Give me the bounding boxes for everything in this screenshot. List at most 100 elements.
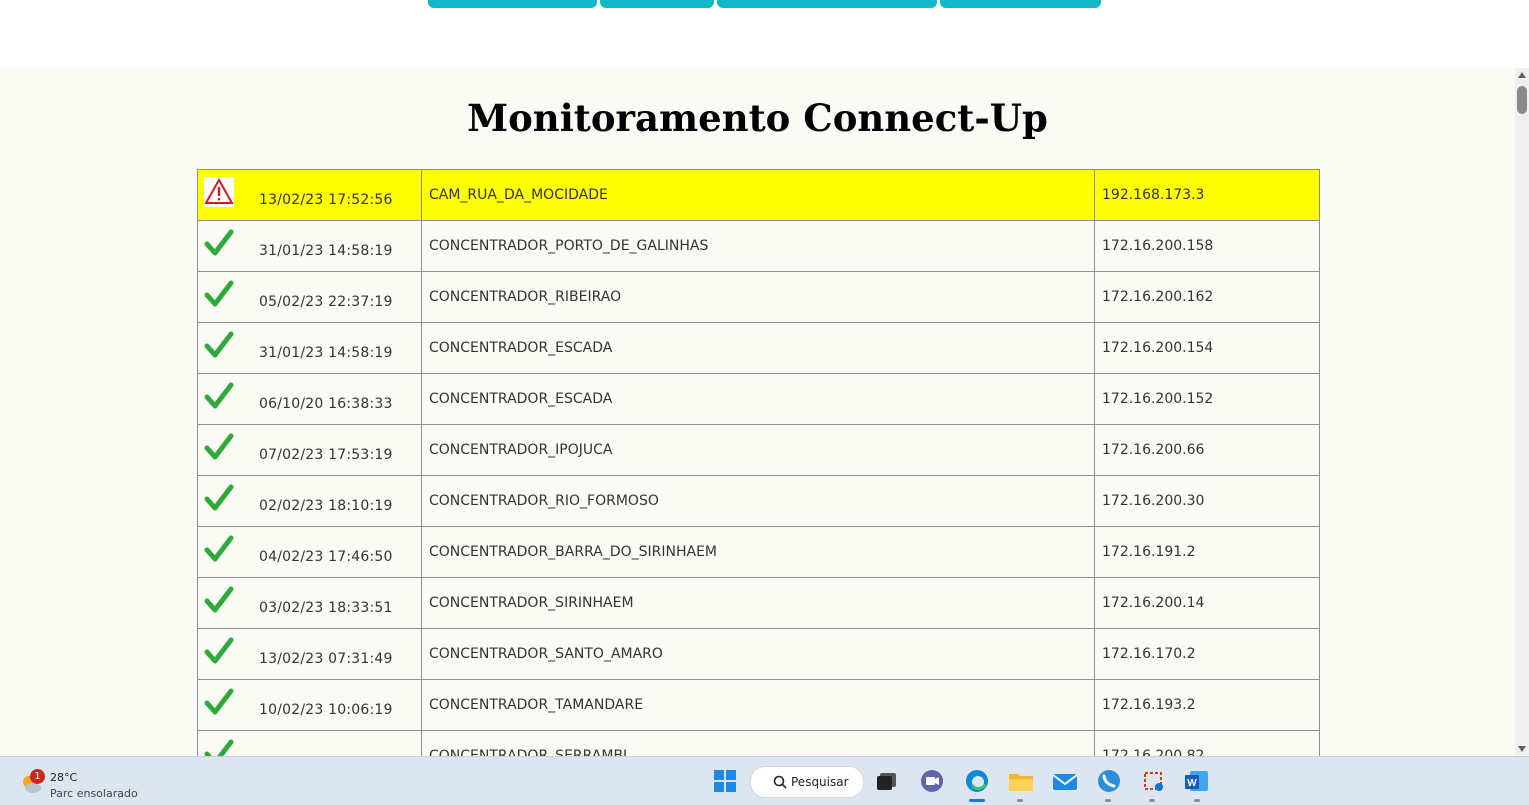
timestamp: 07/02/23 17:53:19 [259,447,393,463]
checkmark-icon [204,432,234,462]
timestamp: 06/10/20 16:38:33 [259,396,393,412]
checkmark-icon [204,738,234,756]
weather-condition: Parc ensolarado [50,787,138,800]
device-name: CONCENTRADOR_SANTO_AMARO [421,628,1095,680]
ip-address: 192.168.173.3 [1094,169,1320,221]
table-row: 05/02/23 22:37:19 CONCENTRADOR_RIBEIRAO 17… [197,271,1320,323]
status-cell: 31/01/23 14:58:19 [197,220,422,272]
status-cell: 07/02/23 17:53:19 [197,424,422,476]
timestamp: 31/01/23 14:58:19 [259,345,393,361]
file-explorer-icon[interactable] [1005,765,1037,797]
ip-address: 172.16.200.162 [1094,271,1320,323]
scrollbar-thumb[interactable] [1517,86,1527,114]
device-name: CONCENTRADOR_ESCADA [421,322,1095,374]
status-cell: 13/02/23 07:31:49 [197,628,422,680]
nav-button-3[interactable] [717,0,937,8]
timestamp: 13/02/23 17:52:56 [259,192,393,208]
scroll-down-arrow-icon[interactable] [1518,746,1526,752]
page-title: Monitoramento Connect-Up [467,96,1048,140]
task-view-icon[interactable] [871,765,903,797]
weather-temperature: 28°C [50,771,78,784]
ip-address: 172.16.170.2 [1094,628,1320,680]
top-navigation [0,0,1529,68]
edge-icon[interactable] [961,765,993,797]
device-name: CONCENTRADOR_SIRINHAEM [421,577,1095,629]
status-cell: 03/02/23 18:33:51 [197,577,422,629]
alert-icon [204,177,234,207]
table-row: 31/01/23 14:58:19 CONCENTRADOR_PORTO_DE_G… [197,220,1320,272]
monitoring-page: Monitoramento Connect-Up 13/02/23 17:52:… [0,68,1515,756]
checkmark-icon [204,687,234,717]
table-row: 13/02/23 07:31:49 CONCENTRADOR_SANTO_AMAR… [197,628,1320,680]
word-icon[interactable]: W [1181,765,1213,797]
checkmark-icon [204,534,234,564]
device-name: CONCENTRADOR_BARRA_DO_SIRINHAEM [421,526,1095,578]
running-indicator [1149,799,1155,802]
table-row: 13/02/23 17:52:56 CAM_RUA_DA_MOCIDADE 192.… [197,169,1320,221]
device-name: CONCENTRADOR_RIO_FORMOSO [421,475,1095,527]
weather-widget[interactable]: 1 28°C Parc ensolarado [18,763,168,801]
search-label: Pesquisar [791,775,849,789]
table-row: 03/02/23 18:33:51 CONCENTRADOR_SIRINHAEM 1… [197,577,1320,629]
device-name: CONCENTRADOR_RIBEIRAO [421,271,1095,323]
device-name: CONCENTRADOR_ESCADA [421,373,1095,425]
ip-address: 172.16.200.82 [1094,730,1320,756]
checkmark-icon [204,483,234,513]
status-cell: 13/02/23 17:52:56 [197,169,422,221]
svg-text:W: W [1187,778,1197,789]
search-icon [773,775,787,789]
start-icon[interactable] [709,765,741,797]
ip-address: 172.16.200.30 [1094,475,1320,527]
nav-button-4[interactable] [940,0,1101,8]
table-row: 06/10/20 16:38:33 CONCENTRADOR_ESCADA 172.… [197,373,1320,425]
notification-badge: 1 [30,769,45,784]
status-cell [197,730,422,756]
ip-address: 172.16.200.66 [1094,424,1320,476]
table-row: 02/02/23 18:10:19 CONCENTRADOR_RIO_FORMOS… [197,475,1320,527]
timestamp: 04/02/23 17:46:50 [259,549,393,565]
table-row: 10/02/23 10:06:19 CONCENTRADOR_TAMANDARE 1… [197,679,1320,731]
table-row: 04/02/23 17:46:50 CONCENTRADOR_BARRA_DO_S… [197,526,1320,578]
timestamp: 03/02/23 18:33:51 [259,600,393,616]
ip-address: 172.16.200.152 [1094,373,1320,425]
device-name: CONCENTRADOR_IPOJUCA [421,424,1095,476]
timestamp: 05/02/23 22:37:19 [259,294,393,310]
windows-taskbar: 1 28°C Parc ensolarado Pesquisar W [0,756,1529,805]
active-app-indicator [969,799,985,802]
scroll-up-arrow-icon[interactable] [1518,72,1526,78]
running-indicator [1105,799,1111,802]
nav-button-2[interactable] [600,0,714,8]
checkmark-icon [204,279,234,309]
ip-address: 172.16.200.14 [1094,577,1320,629]
timestamp: 02/02/23 18:10:19 [259,498,393,514]
ip-address: 172.16.200.158 [1094,220,1320,272]
device-name: CAM_RUA_DA_MOCIDADE [421,169,1095,221]
device-name: CONCENTRADOR_PORTO_DE_GALINHAS [421,220,1095,272]
checkmark-icon [204,636,234,666]
mail-icon[interactable] [1049,765,1081,797]
vertical-scrollbar[interactable] [1515,68,1529,756]
checkmark-icon [204,330,234,360]
checkmark-icon [204,228,234,258]
status-cell: 05/02/23 22:37:19 [197,271,422,323]
ip-address: 172.16.191.2 [1094,526,1320,578]
device-name: CONCENTRADOR_TAMANDARE [421,679,1095,731]
device-status-table: 13/02/23 17:52:56 CAM_RUA_DA_MOCIDADE 192.… [197,169,1320,756]
status-cell: 06/10/20 16:38:33 [197,373,422,425]
phone-link-icon[interactable] [1093,765,1125,797]
timestamp: 13/02/23 07:31:49 [259,651,393,667]
device-name: CONCENTRADOR_SERRAMBI [421,730,1095,756]
taskbar-search[interactable]: Pesquisar [750,766,864,798]
status-cell: 04/02/23 17:46:50 [197,526,422,578]
table-row: CONCENTRADOR_SERRAMBI 172.16.200.82 [197,730,1320,756]
ip-address: 172.16.200.154 [1094,322,1320,374]
snipping-tool-icon[interactable] [1137,765,1169,797]
ip-address: 172.16.193.2 [1094,679,1320,731]
teams-icon[interactable] [916,765,948,797]
nav-button-1[interactable] [428,0,597,8]
timestamp: 31/01/23 14:58:19 [259,243,393,259]
checkmark-icon [204,585,234,615]
status-cell: 02/02/23 18:10:19 [197,475,422,527]
status-cell: 31/01/23 14:58:19 [197,322,422,374]
status-cell: 10/02/23 10:06:19 [197,679,422,731]
